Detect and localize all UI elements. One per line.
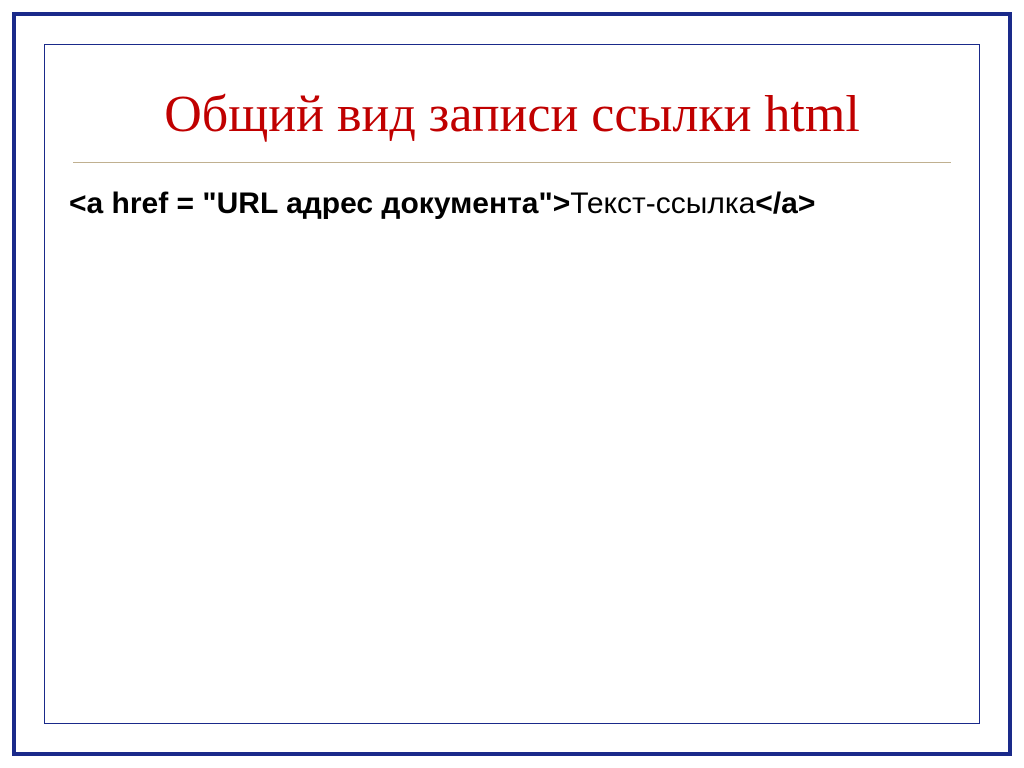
code-link-text: Текст-ссылка <box>570 187 755 220</box>
code-example: <a href = "URL адрес документа">Текст-сс… <box>65 187 959 221</box>
title-divider <box>73 162 951 163</box>
slide-title: Общий вид записи ссылки html <box>65 85 959 144</box>
code-open-tag: <a href = "URL адрес документа"> <box>69 187 570 220</box>
slide-outer-border: Общий вид записи ссылки html <a href = "… <box>12 12 1012 756</box>
slide-inner-border: Общий вид записи ссылки html <a href = "… <box>44 44 980 724</box>
code-close-tag: </a> <box>755 187 815 220</box>
